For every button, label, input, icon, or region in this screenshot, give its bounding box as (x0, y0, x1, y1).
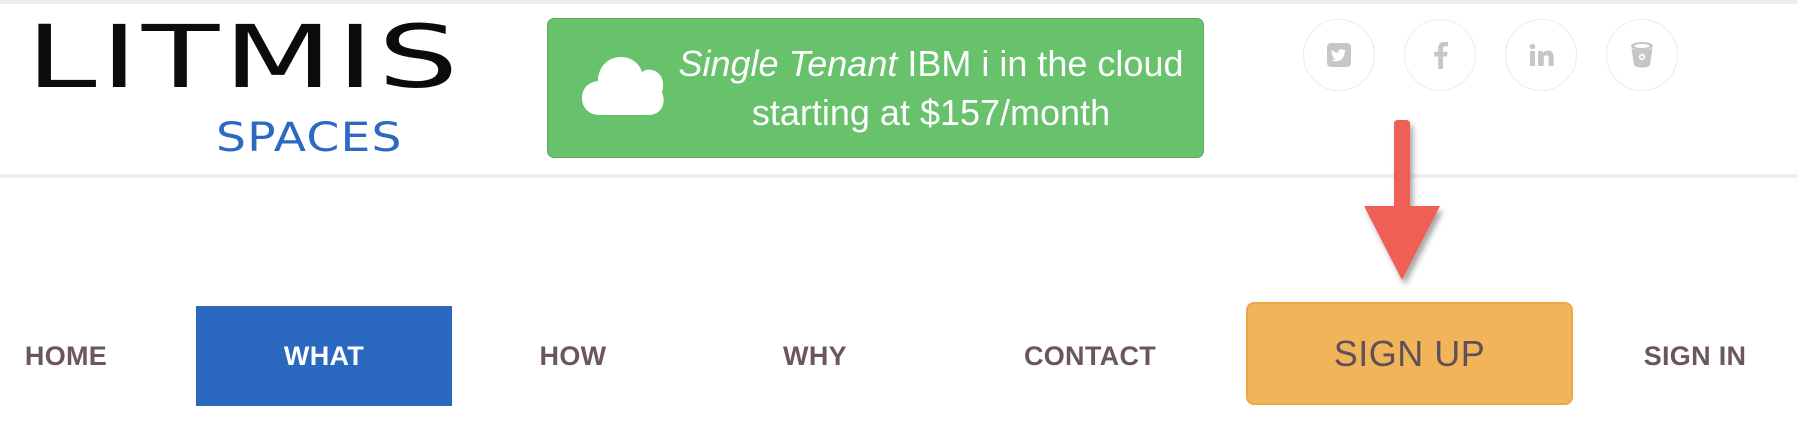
header-divider (0, 174, 1798, 178)
linkedin-link[interactable] (1505, 19, 1577, 91)
linkedin-icon (1529, 43, 1554, 66)
promo-line2: starting at $157/month (751, 92, 1111, 133)
promo-line1: IBM i in the cloud (897, 43, 1184, 84)
promo-text: Single Tenant IBM i in the cloud startin… (676, 39, 1186, 137)
site-logo[interactable]: LITMIS SPACES (26, 14, 458, 162)
twitter-link[interactable] (1303, 19, 1375, 91)
promo-banner[interactable]: Single Tenant IBM i in the cloud startin… (547, 18, 1204, 158)
nav-why[interactable]: WHY (762, 306, 868, 406)
bucket-link[interactable] (1606, 19, 1678, 91)
arrow-down-icon (1364, 120, 1440, 280)
bucket-icon (1631, 42, 1653, 68)
promo-emphasis: Single Tenant (678, 43, 898, 84)
signup-button[interactable]: SIGN UP (1246, 302, 1573, 405)
twitter-icon (1327, 43, 1351, 67)
nav-how[interactable]: HOW (520, 306, 626, 406)
facebook-link[interactable] (1404, 19, 1476, 91)
site-header: LITMIS SPACES Single Tenant IBM i in the… (0, 4, 1798, 174)
cloud-icon (582, 57, 664, 115)
nav-signin[interactable]: SIGN IN (1630, 306, 1760, 406)
nav-contact[interactable]: CONTACT (1010, 306, 1170, 406)
facebook-icon (1434, 42, 1448, 69)
logo-wordmark: LITMIS (26, 6, 463, 108)
nav-home[interactable]: HOME (0, 306, 132, 406)
nav-what[interactable]: WHAT (196, 306, 452, 406)
logo-subtitle: SPACES (216, 115, 403, 161)
